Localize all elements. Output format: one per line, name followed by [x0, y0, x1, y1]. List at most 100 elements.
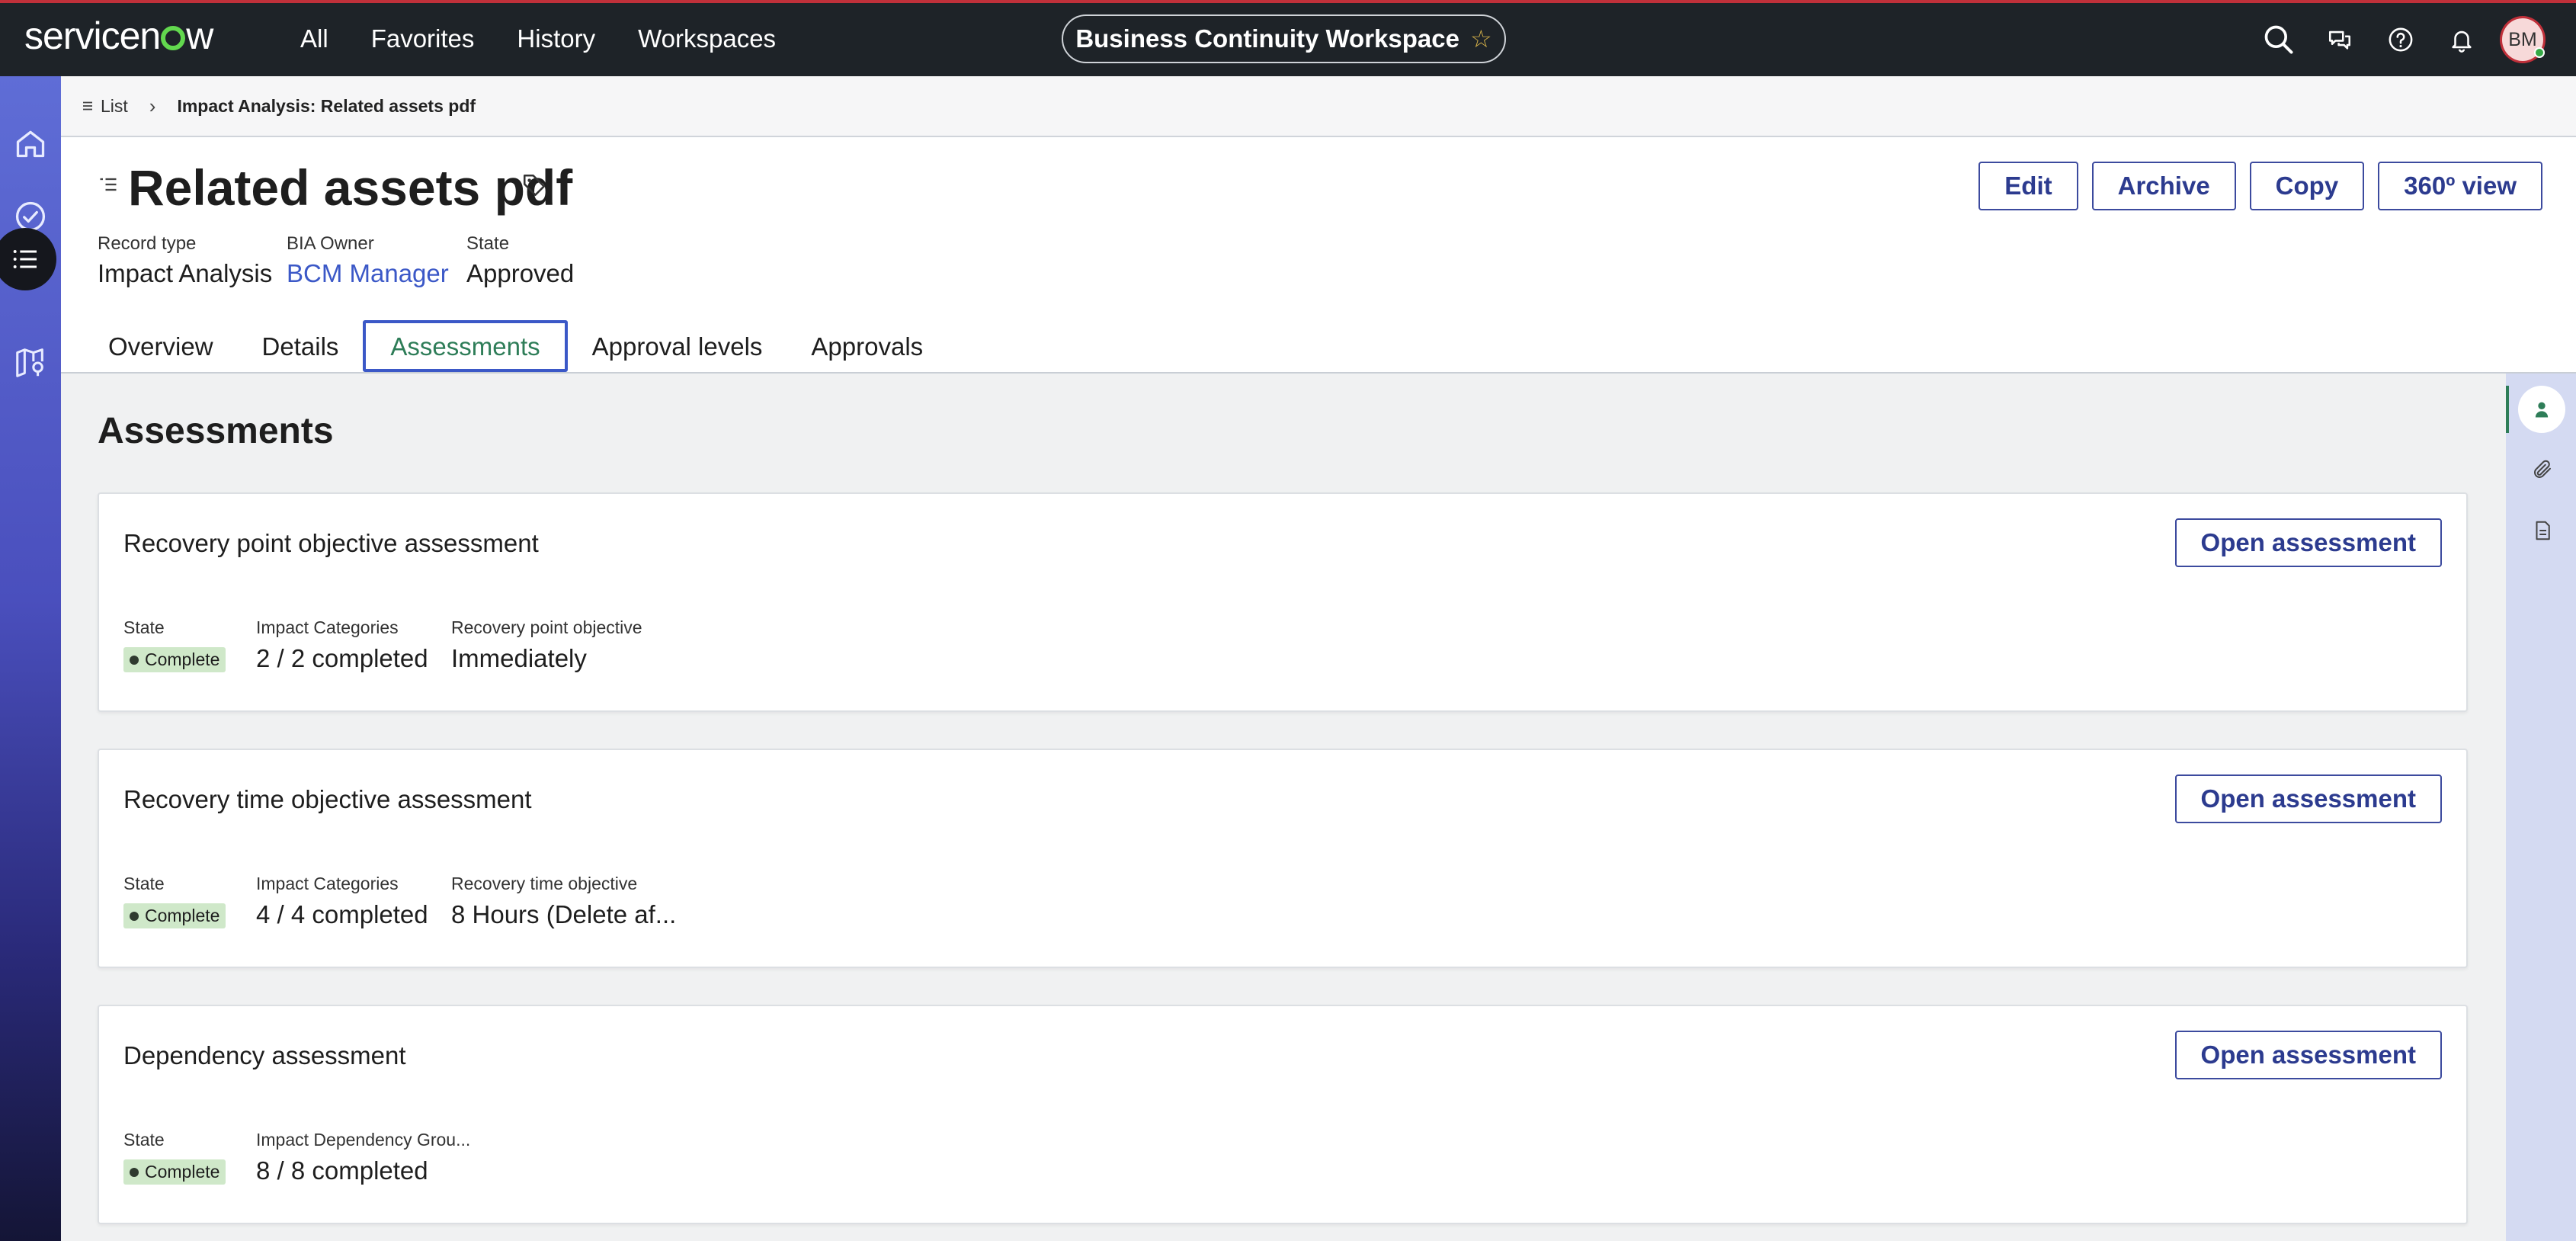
- field-label: Impact Dependency Grou...: [256, 1130, 471, 1150]
- servicenow-logo[interactable]: servicen w: [24, 14, 213, 58]
- page-title: Related assets pdf: [128, 159, 573, 216]
- status-text: Complete: [145, 906, 220, 925]
- bia-owner-link[interactable]: BCM Manager: [287, 259, 449, 288]
- tab-details[interactable]: Details: [238, 320, 364, 372]
- workspace-switcher[interactable]: Business Continuity Workspace ☆: [1062, 14, 1506, 63]
- field-impact-categories: Impact Categories 4 / 4 completed: [256, 874, 428, 929]
- user-menu[interactable]: BM: [2500, 16, 2546, 63]
- meta-state: State Approved: [466, 233, 574, 288]
- field-value: Immediately: [451, 644, 587, 672]
- record-tabs: Overview Details Assessments Approval le…: [61, 320, 2576, 374]
- breadcrumb-list-link[interactable]: List: [81, 96, 128, 117]
- tab-approvals[interactable]: Approvals: [787, 320, 947, 372]
- copy-button[interactable]: Copy: [2249, 162, 2365, 210]
- card-title: Recovery time objective assessment: [123, 785, 532, 813]
- meta-bia-owner: BIA Owner BCM Manager: [287, 233, 449, 288]
- field-value: 2 / 2 completed: [256, 644, 428, 672]
- edit-button[interactable]: Edit: [1978, 162, 2078, 210]
- card-title: Recovery point objective assessment: [123, 529, 539, 557]
- status-badge: Complete: [123, 647, 226, 672]
- nav-all[interactable]: All: [300, 24, 328, 53]
- active-indicator: [2506, 386, 2509, 433]
- section-title: Assessments: [98, 411, 334, 451]
- archive-button[interactable]: Archive: [2091, 162, 2236, 210]
- home-icon[interactable]: [0, 113, 61, 174]
- list-small-icon: [83, 101, 92, 111]
- status-badge: Complete: [123, 903, 226, 928]
- meta-label: BIA Owner: [287, 233, 374, 254]
- list-icon[interactable]: [0, 228, 56, 290]
- field-label: Impact Categories: [256, 617, 399, 637]
- status-dot: [130, 1167, 139, 1177]
- field-label: Impact Categories: [256, 874, 399, 893]
- field-value: 4 / 4 completed: [256, 900, 428, 928]
- field-rpo: Recovery point objective Immediately: [451, 617, 642, 673]
- status-text: Complete: [145, 649, 220, 669]
- field-impact-categories: Impact Categories 2 / 2 completed: [256, 617, 428, 673]
- assessments-panel: Assessments Recovery point objective ass…: [61, 374, 2506, 1241]
- field-label: State: [123, 617, 165, 637]
- chevron-right-icon: ›: [149, 94, 156, 117]
- search-icon[interactable]: [2256, 17, 2302, 63]
- left-rail: [0, 76, 61, 1241]
- person-icon[interactable]: [2518, 386, 2565, 433]
- tab-overview[interactable]: Overview: [84, 320, 238, 372]
- workspace-label: Business Continuity Workspace: [1075, 24, 1459, 53]
- field-label: Recovery time objective: [451, 874, 638, 893]
- status-text: Complete: [145, 1162, 220, 1182]
- status-dot: [2534, 47, 2545, 58]
- tag-icon[interactable]: [521, 172, 547, 202]
- assessment-card-rpo: Recovery point objective assessment Open…: [98, 492, 2468, 712]
- bell-icon[interactable]: [2439, 17, 2485, 63]
- avatar[interactable]: BM: [2500, 16, 2546, 63]
- meta-label: Record type: [98, 233, 197, 254]
- field-value: 8 / 8 completed: [256, 1156, 428, 1185]
- main-menu: All Favorites History Workspaces: [300, 24, 819, 53]
- record-actions: Edit Archive Copy 360º view: [1965, 162, 2542, 210]
- breadcrumb-current: Impact Analysis: Related assets pdf: [177, 95, 476, 116]
- field-impact-dependency-groups: Impact Dependency Grou... 8 / 8 complete…: [256, 1130, 470, 1185]
- status-badge: Complete: [123, 1159, 226, 1185]
- chat-icon[interactable]: [2317, 17, 2363, 63]
- tab-assessments[interactable]: Assessments: [363, 320, 568, 372]
- open-assessment-button[interactable]: Open assessment: [2174, 518, 2442, 567]
- logo-text-end: w: [186, 14, 213, 57]
- meta-value: Impact Analysis: [98, 259, 273, 287]
- field-state: State Complete: [123, 617, 226, 672]
- field-label: Recovery point objective: [451, 617, 642, 637]
- top-navigation-bar: servicen w All Favorites History Workspac…: [0, 0, 2576, 76]
- map-icon[interactable]: [0, 332, 61, 393]
- breadcrumb-list-label: List: [101, 95, 128, 116]
- right-rail: [2506, 374, 2576, 1241]
- field-label: State: [123, 874, 165, 893]
- assessment-card-dependency: Dependency assessment Open assessment St…: [98, 1005, 2468, 1224]
- top-icons: BM: [2241, 16, 2546, 63]
- help-icon[interactable]: [2378, 17, 2424, 63]
- avatar-initials: BM: [2508, 28, 2537, 50]
- nav-workspaces[interactable]: Workspaces: [638, 24, 776, 53]
- status-dot: [130, 655, 139, 665]
- field-rto: Recovery time objective 8 Hours (Delete …: [451, 874, 676, 929]
- logo-o-glyph: [161, 26, 186, 50]
- open-assessment-button[interactable]: Open assessment: [2174, 774, 2442, 823]
- nav-history[interactable]: History: [517, 24, 595, 53]
- tab-approval-levels[interactable]: Approval levels: [568, 320, 787, 372]
- assessment-card-rto: Recovery time objective assessment Open …: [98, 749, 2468, 968]
- paperclip-icon[interactable]: [2524, 451, 2561, 488]
- field-state: State Complete: [123, 1130, 226, 1185]
- breadcrumb: List › Impact Analysis: Related assets p…: [61, 76, 2576, 137]
- card-title: Dependency assessment: [123, 1041, 406, 1069]
- field-label: State: [123, 1130, 165, 1150]
- record-list-icon[interactable]: [98, 174, 119, 199]
- 360-view-button[interactable]: 360º view: [2378, 162, 2542, 210]
- field-state: State Complete: [123, 874, 226, 928]
- open-assessment-button[interactable]: Open assessment: [2174, 1031, 2442, 1079]
- star-icon[interactable]: ☆: [1470, 24, 1492, 53]
- field-value: 8 Hours (Delete af...: [451, 900, 677, 928]
- meta-value: Approved: [466, 259, 575, 287]
- document-icon[interactable]: [2524, 512, 2561, 549]
- meta-label: State: [466, 233, 510, 254]
- status-dot: [130, 911, 139, 921]
- meta-record-type: Record type Impact Analysis: [98, 233, 272, 288]
- nav-favorites[interactable]: Favorites: [371, 24, 475, 53]
